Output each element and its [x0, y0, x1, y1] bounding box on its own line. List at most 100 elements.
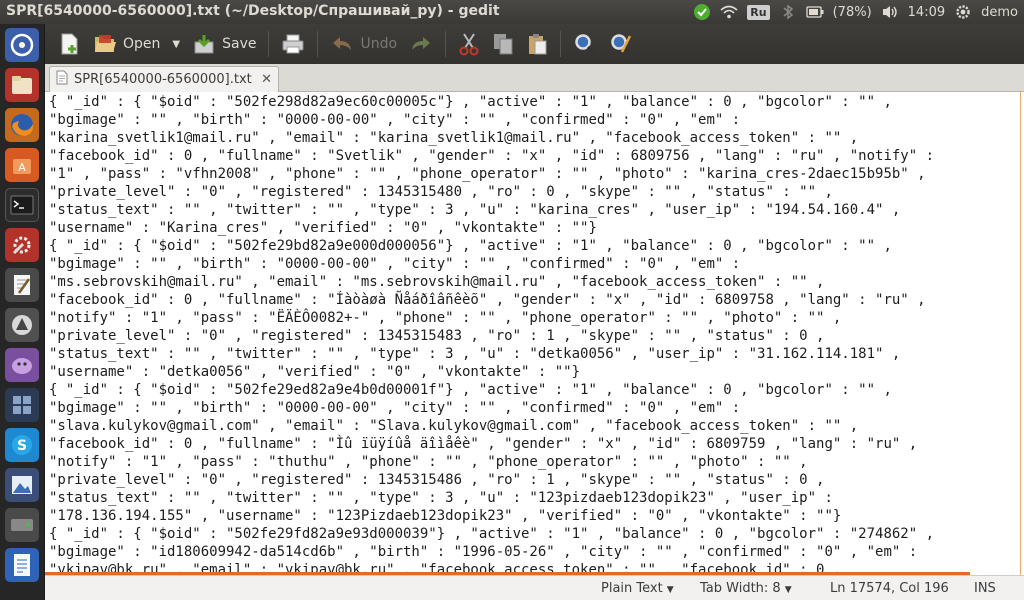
chevron-down-icon: ▼	[784, 585, 792, 595]
text-file-icon	[56, 70, 68, 89]
undo-arrow-icon	[330, 34, 354, 54]
right-margin-marker	[1020, 92, 1021, 575]
files-icon[interactable]	[5, 68, 39, 102]
text-line: "private_level" : "0" , "registered" : 1…	[49, 472, 825, 488]
copy-icon	[492, 32, 514, 56]
save-icon	[192, 33, 216, 55]
open-recent-dropdown[interactable]: ▼	[166, 27, 186, 61]
text-line: "notify" : "1" , "pass" : "thuthu" , "ph…	[49, 454, 808, 470]
system-settings-icon[interactable]	[5, 228, 39, 262]
toolbar-separator	[268, 31, 270, 57]
wifi-icon[interactable]	[720, 3, 738, 21]
open-label: Open	[123, 36, 161, 52]
text-line: { "_id" : { "$oid" : "502fe29ed82a9e4b0d…	[49, 382, 892, 398]
text-editor-area[interactable]: { "_id" : { "$oid" : "502fe298d82a9ec60c…	[45, 92, 1024, 575]
text-line: "private_level" : "0" , "registered" : 1…	[49, 328, 825, 344]
chevron-down-icon: ▼	[666, 585, 674, 595]
window-title: SPR[6540000-6560000].txt (~/Desktop/Спра…	[6, 3, 500, 19]
undo-label: Undo	[360, 36, 398, 52]
toolbar-separator	[445, 31, 447, 57]
toolbar: Open ▼ Save Undo	[45, 24, 1024, 64]
open-button[interactable]: Open	[87, 27, 166, 61]
pidgin-icon[interactable]	[5, 348, 39, 382]
paste-button[interactable]	[520, 27, 554, 61]
toolbar-separator	[317, 31, 319, 57]
keyboard-layout-indicator[interactable]: Ru	[747, 4, 770, 20]
status-bar: Plain Text ▼ Tab Width: 8 ▼ Ln 17574, Col …	[45, 575, 1024, 600]
printer-icon	[281, 33, 305, 55]
tab-width-selector[interactable]: Tab Width: 8 ▼	[700, 581, 792, 596]
text-line: "ms.sebrovskih@mail.ru" , "email" : "ms.…	[49, 274, 825, 290]
scissors-icon	[458, 32, 480, 56]
document-tab[interactable]: SPR[6540000-6560000].txt ✕	[49, 66, 279, 92]
find-button[interactable]	[567, 27, 603, 61]
bluetooth-icon[interactable]	[779, 3, 797, 21]
writer-document-icon[interactable]	[5, 548, 39, 582]
update-check-icon[interactable]	[693, 3, 711, 21]
insert-mode: INS	[974, 581, 996, 596]
text-line: "1" , "pass" : "vfhn2008" , "phone" : ""…	[49, 166, 926, 182]
volume-icon[interactable]	[881, 3, 899, 21]
text-line: "facebook_id" : 0 , "fullname" : "Íàòàøà…	[49, 292, 926, 308]
updater-icon[interactable]	[5, 308, 39, 342]
text-content: { "_id" : { "$oid" : "502fe298d82a9ec60c…	[49, 93, 934, 575]
text-line: "bgimage" : "" , "birth" : "0000-00-00" …	[49, 112, 741, 128]
find-replace-button[interactable]	[603, 27, 639, 61]
copy-button[interactable]	[486, 27, 520, 61]
toolbar-separator	[560, 31, 562, 57]
battery-percent[interactable]: (78%)	[833, 5, 872, 20]
text-line: "facebook_id" : 0 , "fullname" : "Svetli…	[49, 148, 935, 164]
firefox-icon[interactable]	[5, 108, 39, 142]
gear-icon[interactable]	[954, 3, 972, 21]
software-center-icon[interactable]: A	[5, 148, 39, 182]
text-line: { "_id" : { "$oid" : "502fe298d82a9ec60c…	[49, 94, 892, 110]
text-editor-icon[interactable]	[5, 268, 39, 302]
redo-arrow-icon	[409, 34, 433, 54]
search-icon	[573, 32, 597, 56]
text-line: "facebook_id" : 0 , "fullname" : "Ìû ïüÿ…	[49, 436, 918, 452]
print-button[interactable]	[275, 27, 311, 61]
text-line: "bgimage" : "" , "birth" : "0000-00-00" …	[49, 256, 741, 272]
disk-drive-icon[interactable]	[5, 508, 39, 542]
launcher: A S	[0, 24, 45, 600]
find-replace-icon	[609, 32, 633, 56]
redo-button[interactable]	[403, 27, 439, 61]
undo-button[interactable]: Undo	[324, 27, 403, 61]
text-line: "notify" : "1" , "pass" : "ËÄÈÔ0082+-" ,…	[49, 310, 842, 326]
tab-bar: SPR[6540000-6560000].txt ✕	[45, 64, 1024, 92]
dash-home-icon[interactable]	[5, 28, 39, 62]
workspaces-icon[interactable]	[5, 388, 39, 422]
new-document-icon	[59, 32, 81, 56]
battery-icon[interactable]	[805, 3, 824, 21]
image-viewer-icon[interactable]	[5, 468, 39, 502]
text-line: "slava.kulykov@gmail.com" , "email" : "S…	[49, 418, 859, 434]
folder-open-icon	[93, 33, 117, 55]
cut-button[interactable]	[452, 27, 486, 61]
paste-icon	[526, 32, 548, 56]
new-document-button[interactable]	[53, 27, 87, 61]
clock[interactable]: 14:09	[908, 5, 945, 20]
svg-text:S: S	[17, 438, 27, 454]
language-selector[interactable]: Plain Text ▼	[601, 581, 674, 596]
text-line: "username" : "Karina_cres" , "verified" …	[49, 220, 597, 236]
text-line: "private_level" : "0" , "registered" : 1…	[49, 184, 833, 200]
text-line: "178.136.194.155" , "username" : "123Piz…	[49, 508, 842, 524]
save-button[interactable]: Save	[186, 27, 262, 61]
chevron-down-icon: ▼	[172, 38, 181, 50]
text-line: "status_text" : "" , "twitter" : "" , "t…	[49, 202, 901, 218]
tab-width-label: Tab Width: 8	[700, 581, 781, 596]
tab-label: SPR[6540000-6560000].txt	[74, 72, 252, 87]
system-tray: Ru (78%) 14:09 demo	[693, 0, 1018, 24]
skype-icon[interactable]: S	[5, 428, 39, 462]
gedit-window: Open ▼ Save Undo SPR[6540000-6560000].tx…	[45, 24, 1024, 600]
close-icon[interactable]: ✕	[261, 72, 272, 87]
save-label: Save	[222, 36, 257, 52]
text-line: "status_text" : "" , "twitter" : "" , "t…	[49, 490, 833, 506]
text-line: { "_id" : { "$oid" : "502fe29fd82a9e93d0…	[49, 526, 935, 542]
user-name[interactable]: demo	[981, 5, 1018, 20]
svg-text:A: A	[18, 161, 26, 174]
text-line: "username" : "detka0056" , "verified" : …	[49, 364, 581, 380]
language-label: Plain Text	[601, 581, 663, 596]
text-line: "bgimage" : "" , "birth" : "0000-00-00" …	[49, 400, 741, 416]
terminal-icon[interactable]	[5, 188, 39, 222]
